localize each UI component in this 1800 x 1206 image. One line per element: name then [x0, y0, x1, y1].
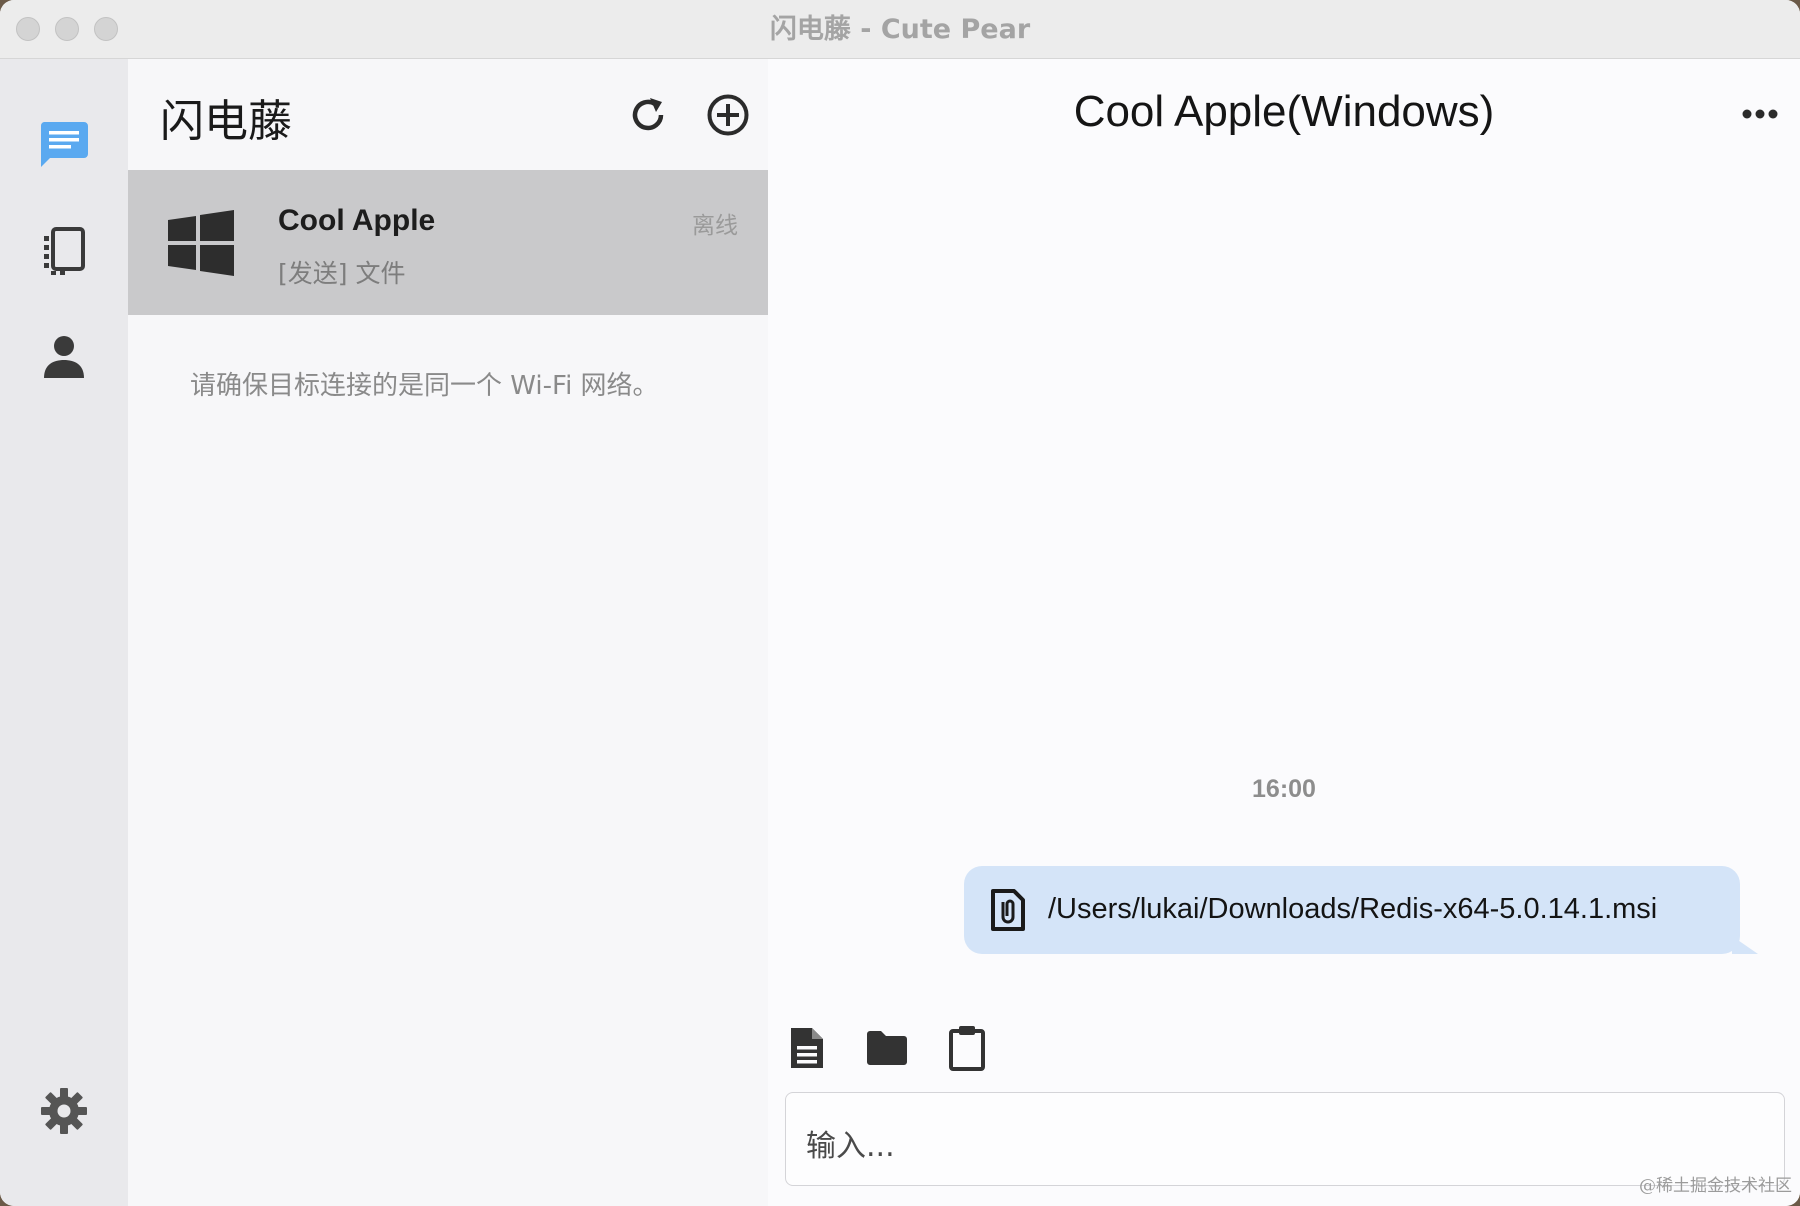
device-last-message: [发送] 文件: [278, 259, 406, 288]
wifi-hint: 请确保目标连接的是同一个 Wi-Fi 网络。: [190, 371, 659, 401]
app-name: 闪电藤: [160, 96, 292, 147]
send-clipboard-button[interactable]: [942, 1023, 992, 1073]
window-title: 闪电藤 - Cute Pear: [769, 14, 1031, 45]
refresh-button[interactable]: [622, 89, 674, 141]
person-icon: [44, 336, 84, 378]
send-file-button[interactable]: [782, 1023, 832, 1073]
message-timestamp: 16:00: [1252, 775, 1316, 803]
add-circle-icon: [707, 94, 749, 136]
refresh-icon: [632, 98, 664, 131]
file-icon: [791, 1028, 823, 1068]
file-message-bubble[interactable]: /Users/lukai/Downloads/Redis-x64-5.0.14.…: [964, 866, 1758, 954]
more-horizontal-icon: [1742, 109, 1778, 119]
chat-panel: Cool Apple(Windows) 16:00 /Users/lukai/D…: [768, 59, 1800, 1206]
bubble-tail: [1732, 936, 1758, 954]
clipboard-icon: [949, 1026, 985, 1071]
more-button[interactable]: [1740, 99, 1780, 129]
app-window: 闪电藤 - Cute Pear 闪电藤 Cool Apple [发送] 文件 离…: [0, 0, 1800, 1206]
chat-bubble-icon: [40, 122, 88, 167]
nav-item-chat[interactable]: [34, 115, 94, 175]
device-name: Cool Apple: [278, 204, 436, 237]
input-placeholder: 输入...: [806, 1129, 895, 1164]
title-bar: 闪电藤 - Cute Pear: [0, 0, 1800, 59]
nav-item-profile[interactable]: [34, 327, 94, 387]
watermark: @稀土掘金技术社区: [1639, 1176, 1792, 1196]
attached-file-icon: [991, 889, 1025, 931]
nav-rail: [0, 59, 128, 1206]
add-device-button[interactable]: [702, 89, 754, 141]
nav-item-settings[interactable]: [34, 1081, 94, 1141]
send-folder-button[interactable]: [862, 1023, 912, 1073]
windows-icon: [168, 210, 234, 276]
file-path: /Users/lukai/Downloads/Redis-x64-5.0.14.…: [1048, 893, 1658, 925]
device-list-item[interactable]: Cool Apple [发送] 文件 离线: [128, 170, 768, 315]
gear-icon: [41, 1088, 87, 1134]
device-list-panel: 闪电藤 Cool Apple [发送] 文件 离线 请确保目标连接的是同一个 W…: [128, 59, 768, 1206]
device-status: 离线: [692, 213, 738, 239]
devices-icon: [44, 227, 85, 275]
folder-icon: [867, 1031, 907, 1065]
message-input[interactable]: 输入...: [785, 1092, 1785, 1186]
nav-item-devices[interactable]: [34, 221, 94, 281]
chat-title: Cool Apple(Windows): [1073, 87, 1495, 136]
